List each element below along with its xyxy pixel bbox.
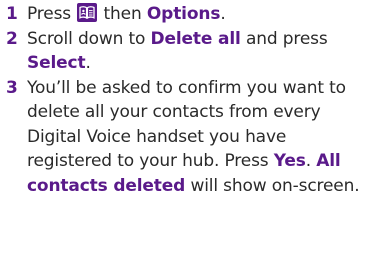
period: . xyxy=(220,4,226,24)
step-3: 3 You’ll be asked to confirm you want to… xyxy=(6,76,364,199)
step-text: Scroll down to xyxy=(27,28,146,49)
step-number: 3 xyxy=(6,77,18,98)
keyword-yes: Yes xyxy=(273,151,306,171)
keyword-options: Options xyxy=(146,4,221,24)
phonebook-icon xyxy=(77,3,98,22)
period: . xyxy=(305,151,311,171)
step-2: 2 Scroll down to Delete all and press Se… xyxy=(6,27,364,76)
step-text: Press xyxy=(27,4,71,24)
period: . xyxy=(85,53,91,73)
keyword-select: Select xyxy=(27,53,86,73)
keyword-delete-all: Delete all xyxy=(150,28,241,49)
step-number: 1 xyxy=(6,4,18,24)
step-number: 2 xyxy=(6,28,18,49)
step-text: will show on-screen. xyxy=(190,175,360,196)
instruction-steps: 1 Press then Options. 2 Scroll down to D… xyxy=(6,2,364,198)
step-text: then xyxy=(103,4,142,24)
step-text: and press xyxy=(245,28,328,49)
step-1: 1 Press then Options. xyxy=(6,2,364,27)
